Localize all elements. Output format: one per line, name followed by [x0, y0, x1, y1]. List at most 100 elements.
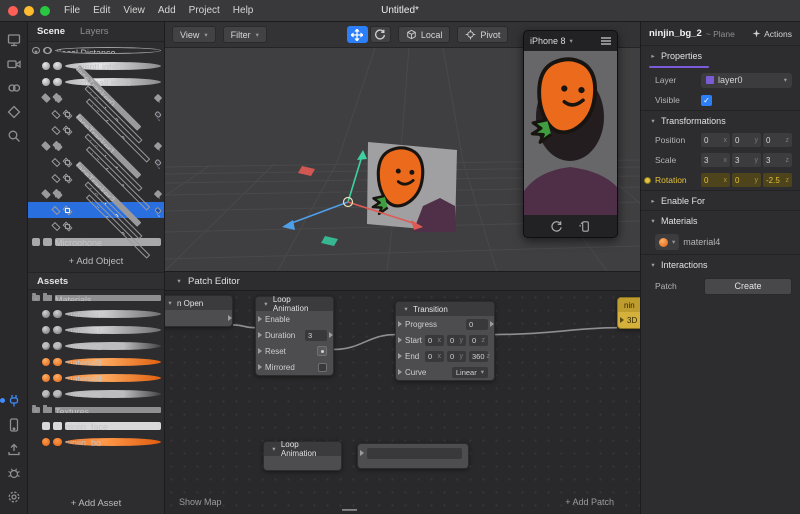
rotation-z-field[interactable]: -2.5 z	[763, 173, 792, 187]
rotation-y-field[interactable]: 0y	[732, 173, 761, 187]
add-patch-button[interactable]: + Add Patch	[565, 497, 614, 507]
pivot-toggle-button[interactable]: Pivot	[457, 26, 509, 43]
port-in-icon[interactable]	[360, 450, 364, 456]
restart-effect-icon[interactable]	[550, 219, 563, 233]
tree-item-ninjin_face_2[interactable]: ninjin_face_2	[28, 193, 164, 259]
port-in-icon[interactable]	[258, 316, 262, 322]
scale-z-field[interactable]: 3z	[763, 153, 792, 167]
progress-field[interactable]: 0	[466, 318, 488, 330]
port-in-icon[interactable]	[398, 369, 402, 375]
zoom-window-icon[interactable]	[40, 5, 50, 16]
tab-layers[interactable]: Layers	[80, 26, 109, 37]
menu-add[interactable]: Add	[158, 5, 176, 16]
start-z-field[interactable]: 0z	[469, 334, 488, 346]
simulator-camera-view[interactable]	[524, 51, 617, 215]
tree-item-material4[interactable]: material4	[28, 370, 164, 386]
tree-item-material2[interactable]: material2	[28, 338, 164, 354]
create-patch-button[interactable]: Create	[704, 277, 792, 295]
tree-item-Focal Distance[interactable]: ▾ Focal Distance	[28, 42, 164, 58]
port-in-icon[interactable]	[398, 353, 402, 359]
patch-node-clipped[interactable]	[357, 443, 469, 469]
mesh-icon[interactable]	[3, 101, 25, 123]
actions-button[interactable]: Actions	[752, 29, 792, 39]
duration-field[interactable]: 3	[305, 329, 327, 341]
plug-icon[interactable]	[0, 390, 25, 412]
port-in-icon[interactable]	[258, 332, 262, 338]
port-in-icon[interactable]	[620, 317, 624, 323]
tree-item-material5[interactable]: material5	[28, 386, 164, 402]
port-in-icon[interactable]	[258, 348, 262, 354]
section-enable-for[interactable]: Enable For	[641, 190, 800, 210]
patch-node-loop-animation[interactable]: Loop Animation Enable Duration 3 Reset	[255, 295, 334, 376]
tree-item-ninjin_face[interactable]: ninjin_face	[28, 418, 164, 434]
gear-icon[interactable]	[3, 486, 25, 508]
camera-icon[interactable]	[3, 53, 25, 75]
orbit-icon[interactable]	[3, 77, 25, 99]
patch-node-mouth-open[interactable]: n Open	[165, 295, 233, 327]
port-out-icon[interactable]	[490, 321, 494, 327]
patch-node-loop-animation-2[interactable]: Loop Animation	[263, 440, 342, 471]
bug-icon[interactable]	[3, 462, 25, 484]
device-icon[interactable]	[3, 414, 25, 436]
patch-node-transition[interactable]: Transition Progress 0 Start 0x 0y 0z	[395, 301, 495, 381]
end-z-field[interactable]: 360 z	[469, 350, 490, 362]
rotation-x-field[interactable]: 0x	[701, 173, 730, 187]
layer-dropdown[interactable]: layer0	[701, 72, 792, 88]
view-dropdown[interactable]: View	[172, 26, 216, 43]
end-y-field[interactable]: 0y	[447, 350, 466, 362]
disclosure-icon[interactable]: ▾	[41, 93, 51, 103]
start-x-field[interactable]: 0x	[425, 334, 444, 346]
simulator-device-selector[interactable]: iPhone 8	[530, 36, 566, 46]
port-in-icon[interactable]	[398, 337, 402, 343]
close-window-icon[interactable]	[8, 5, 18, 16]
patch-node-ninjin-target[interactable]: nin 3D	[617, 297, 640, 329]
local-toggle-button[interactable]: Local	[397, 26, 451, 43]
rotate-device-icon[interactable]	[578, 219, 592, 233]
start-y-field[interactable]: 0y	[447, 334, 466, 346]
tree-item-material3[interactable]: material3	[28, 354, 164, 370]
section-transformations[interactable]: Transformations	[641, 110, 800, 130]
display-icon[interactable]	[3, 29, 25, 51]
value-field[interactable]	[367, 447, 462, 459]
gizmo-plane-handle-red[interactable]	[298, 166, 315, 176]
menu-project[interactable]: Project	[189, 5, 220, 16]
port-in-icon[interactable]	[258, 364, 262, 370]
add-asset-button[interactable]: + Add Asset	[28, 492, 164, 514]
section-properties[interactable]: Properties	[641, 46, 800, 66]
menu-help[interactable]: Help	[233, 5, 254, 16]
port-out-icon[interactable]	[329, 332, 333, 338]
scale-x-field[interactable]: 3x	[701, 153, 730, 167]
gizmo-plane-handle-green[interactable]	[321, 236, 338, 246]
mirrored-checkbox[interactable]	[318, 362, 327, 372]
patch-canvas[interactable]: n Open Loop Animation Enable Duration 3	[165, 291, 640, 514]
port-in-icon[interactable]	[398, 321, 402, 327]
position-z-field[interactable]: 0z	[763, 133, 792, 147]
position-x-field[interactable]: 0x	[701, 133, 730, 147]
search-icon[interactable]	[3, 125, 25, 147]
tree-item-Textures[interactable]: ▾ Textures	[28, 402, 164, 418]
disclosure-icon[interactable]: ▾	[32, 46, 40, 56]
material-thumbnail-dropdown[interactable]	[655, 234, 680, 250]
port-out-icon[interactable]	[228, 315, 232, 321]
position-y-field[interactable]: 0y	[732, 133, 761, 147]
gizmo-axis-z[interactable]	[288, 201, 349, 225]
upload-icon[interactable]	[3, 438, 25, 460]
disclosure-icon[interactable]: ▾	[32, 293, 40, 303]
tab-scene[interactable]: Scene	[37, 26, 65, 37]
tree-item-material0[interactable]: material0	[28, 306, 164, 322]
simulator-menu-icon[interactable]	[601, 37, 611, 45]
scale-y-field[interactable]: 3y	[732, 153, 761, 167]
menu-edit[interactable]: Edit	[93, 5, 110, 16]
disclosure-icon[interactable]: ▾	[41, 189, 51, 199]
disclosure-icon[interactable]: ▾	[32, 405, 40, 415]
visible-checkbox[interactable]	[701, 94, 712, 106]
move-tool-button[interactable]	[346, 26, 368, 43]
end-x-field[interactable]: 0x	[425, 350, 444, 362]
tree-item-material1[interactable]: material1	[28, 322, 164, 338]
menu-view[interactable]: View	[123, 5, 145, 16]
minimize-window-icon[interactable]	[24, 5, 34, 16]
menu-file[interactable]: File	[64, 5, 80, 16]
tree-item-ambientLight0[interactable]: ambientLight0	[28, 58, 164, 74]
tree-item-Materials[interactable]: ▾ Materials	[28, 290, 164, 306]
section-interactions[interactable]: Interactions	[641, 254, 800, 274]
